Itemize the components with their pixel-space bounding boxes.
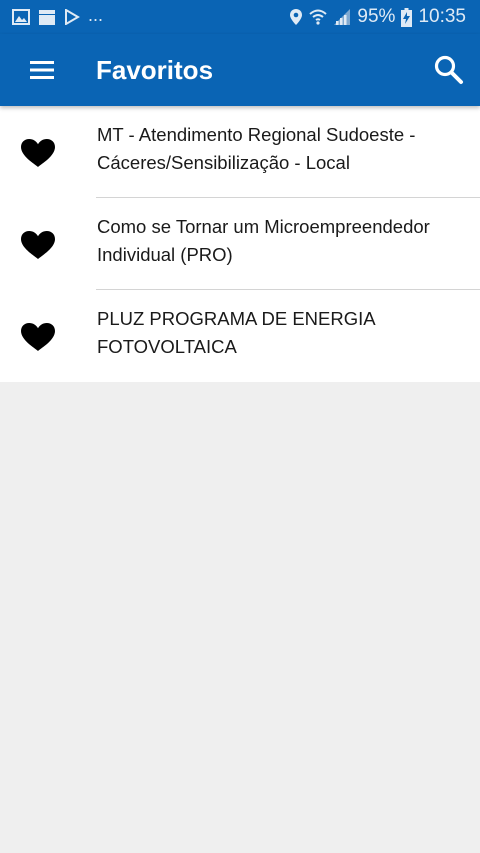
clock: 10:35 [418, 6, 466, 27]
location-icon [290, 9, 303, 25]
status-bar: ... 95% 10:35 [0, 0, 480, 34]
favorite-title: Como se Tornar um Microempreendedor Indi… [97, 216, 430, 265]
favorite-title: PLUZ PROGRAMA DE ENERGIA FOTOVOLTAICA [97, 308, 375, 357]
menu-button[interactable] [28, 56, 58, 84]
heart-icon[interactable] [20, 322, 56, 352]
heart-icon[interactable] [20, 230, 56, 260]
favorite-item[interactable]: Como se Tornar um Microempreendedor Indi… [0, 198, 480, 290]
app-bar: Favoritos [0, 34, 480, 106]
system-icons: 95% 10:35 [289, 5, 466, 29]
battery-percent: 95% [357, 6, 396, 27]
favorite-item[interactable]: MT - Atendimento Regional Sudoeste - Các… [0, 106, 480, 198]
favorites-list: MT - Atendimento Regional Sudoeste - Các… [0, 106, 480, 382]
page-title: Favoritos [96, 55, 214, 85]
more-notifications: ... [88, 5, 104, 25]
gallery-icon [12, 9, 30, 25]
wifi-icon [309, 9, 328, 25]
heart-icon[interactable] [20, 138, 56, 168]
battery-charging-icon [401, 7, 413, 27]
notification-icons: ... [12, 5, 104, 27]
signal-icon [334, 9, 351, 25]
clapperboard-icon [39, 9, 55, 25]
play-store-icon [65, 9, 80, 25]
favorite-title: MT - Atendimento Regional Sudoeste - Các… [97, 124, 416, 173]
search-button[interactable] [432, 53, 466, 87]
favorite-item[interactable]: PLUZ PROGRAMA DE ENERGIA FOTOVOLTAICA [0, 290, 480, 382]
search-icon [434, 55, 463, 84]
hamburger-menu-icon [30, 61, 54, 79]
